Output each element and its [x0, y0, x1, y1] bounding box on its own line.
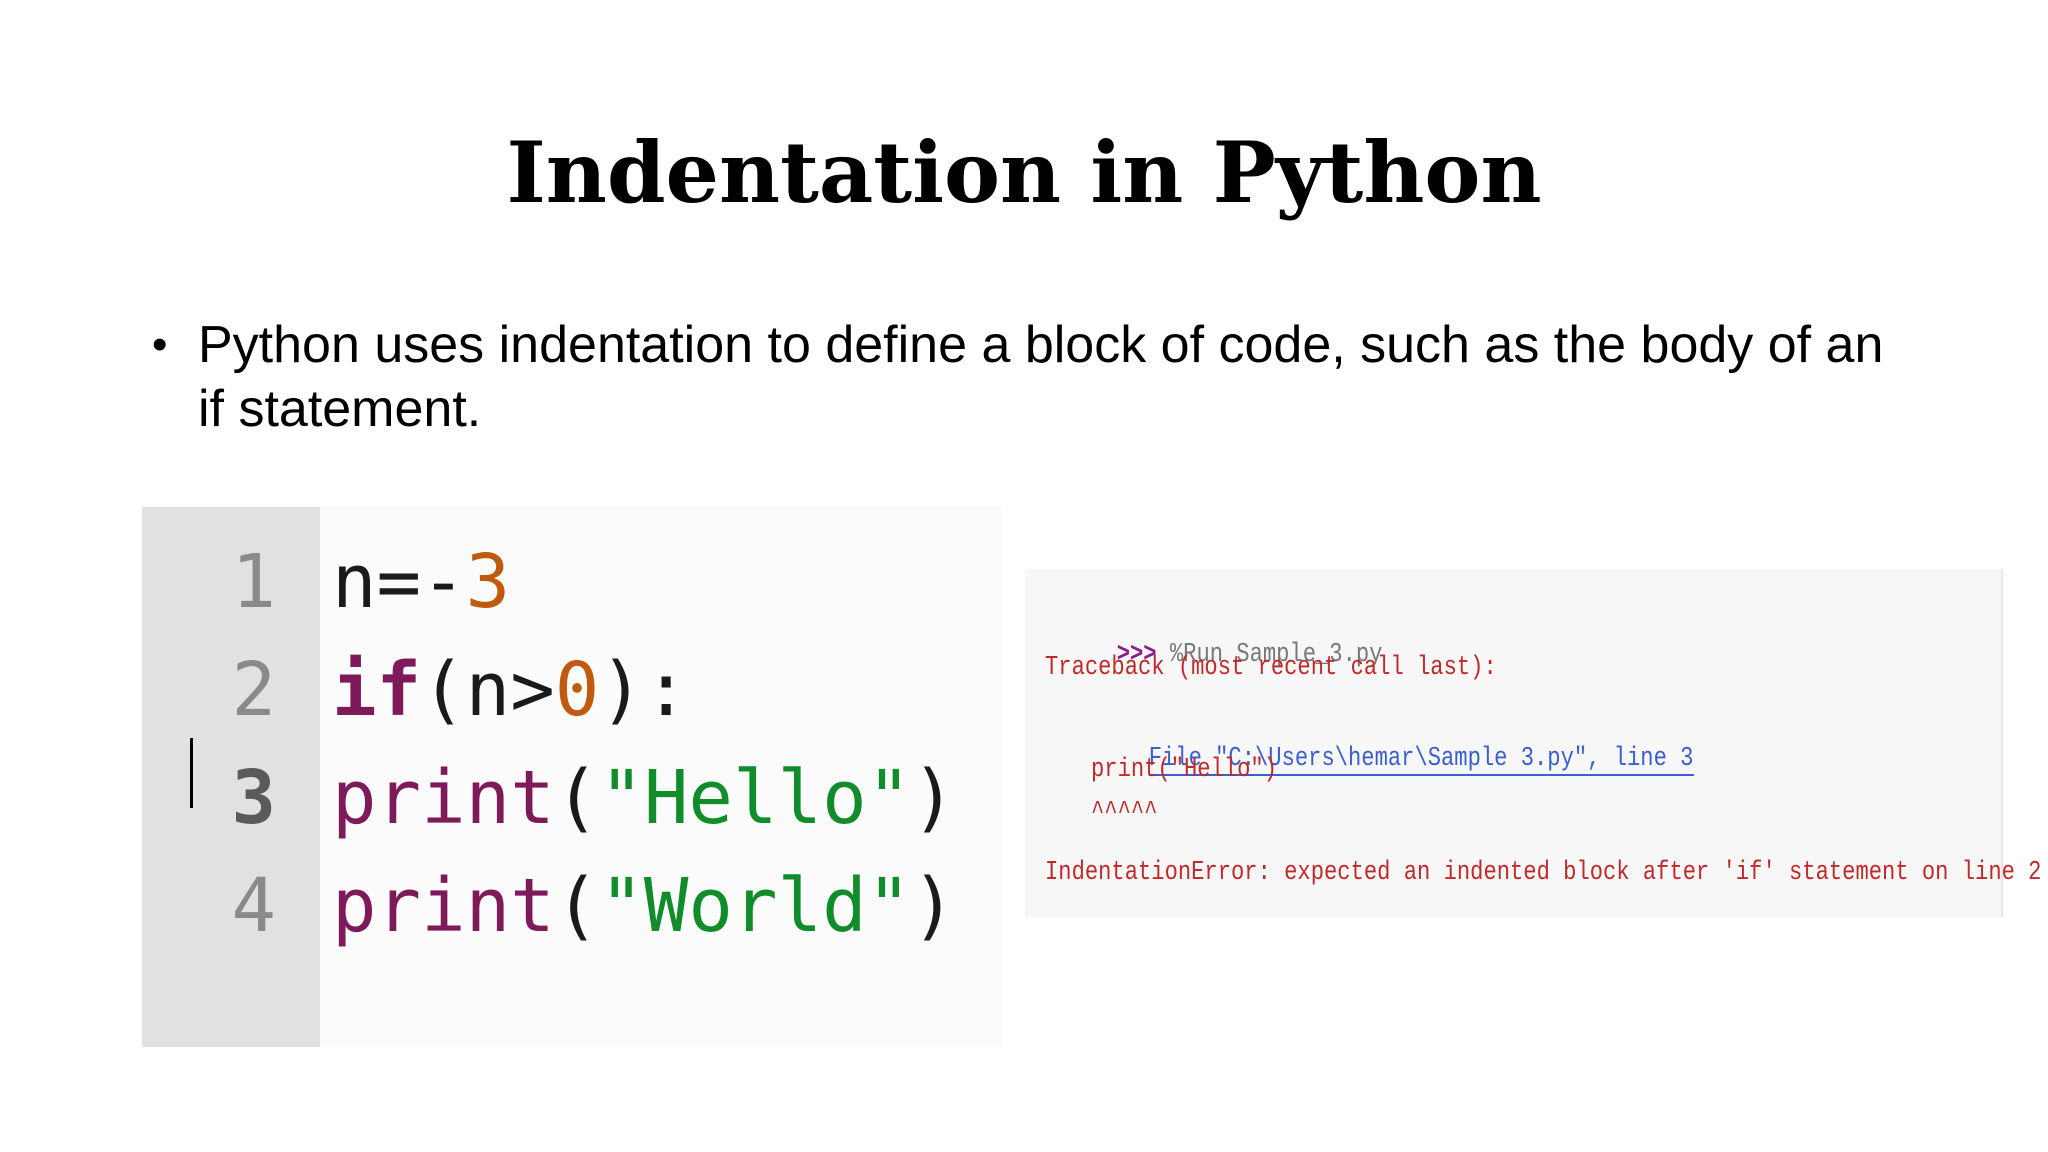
code-token: print [332, 863, 555, 949]
code-line: print("World") [332, 856, 956, 956]
code-token: 0 [554, 647, 600, 733]
code-token: print [332, 755, 555, 841]
code-editor-screenshot: 1 2 3 4 n=-3 if(n>0): print("Hello") pri… [142, 507, 1002, 1047]
traceback-caret-marks: ^^^^^ [1091, 798, 1158, 828]
line-number: 2 [231, 647, 276, 733]
code-token: ( [554, 863, 600, 949]
shell-console-screenshot: >>> %Run Sample_3.py Traceback (most rec… [1025, 569, 2041, 917]
text-cursor [190, 738, 193, 808]
code-token: "World" [599, 863, 912, 949]
line-number: 4 [231, 863, 276, 949]
bullet-text: Python uses indentation to define a bloc… [198, 316, 1884, 438]
bullet-dot-icon: • [152, 320, 168, 369]
code-token: ): [599, 647, 689, 733]
line-number-gutter: 1 2 3 4 [142, 507, 320, 1047]
traceback-source-line: print("Hello") [1091, 755, 1278, 785]
code-token: (n> [421, 647, 555, 733]
traceback-header: Traceback (most recent call last): [1045, 653, 1497, 683]
code-token: "Hello" [599, 755, 912, 841]
code-token: if [332, 647, 422, 733]
code-token: ( [554, 755, 600, 841]
code-token: ) [911, 755, 956, 841]
code-token: n=- [332, 539, 466, 625]
line-number-current: 3 [231, 755, 276, 841]
bullet-item: • Python uses indentation to define a bl… [152, 313, 1918, 441]
code-token: ) [911, 863, 956, 949]
code-line: if(n>0): [332, 640, 688, 740]
slide-title: Indentation in Python [506, 123, 1542, 222]
slide: Indentation in Python • Python uses inde… [0, 0, 2048, 1152]
line-number: 1 [231, 539, 276, 625]
code-line: n=-3 [332, 532, 510, 632]
code-line: print("Hello") [332, 748, 956, 848]
error-message: IndentationError: expected an indented b… [1045, 858, 2042, 888]
code-token: 3 [465, 539, 511, 625]
